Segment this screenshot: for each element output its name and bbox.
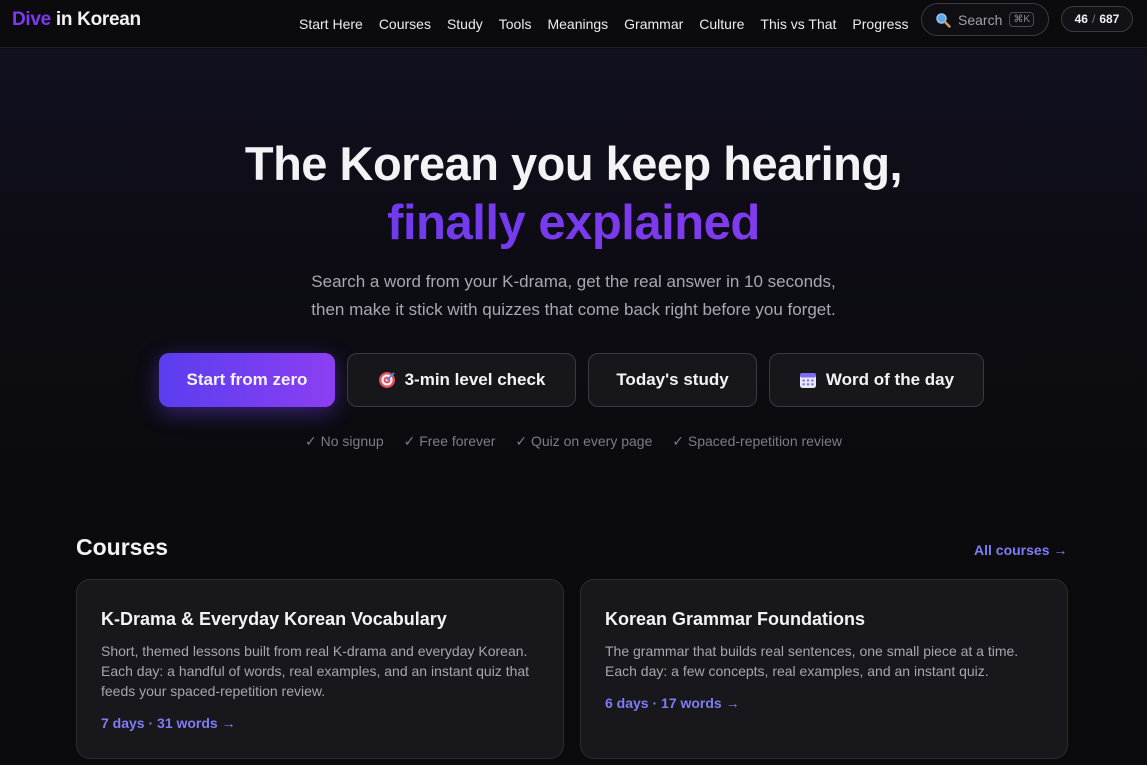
nav-link-start-here[interactable]: Start Here — [299, 16, 363, 32]
course-card-grammar[interactable]: Korean Grammar Foundations The grammar t… — [580, 579, 1068, 759]
course-card-description: Short, themed lessons built from real K-… — [101, 643, 530, 699]
nav-link-tools[interactable]: Tools — [499, 16, 532, 32]
logo-in-korean: in Korean — [50, 9, 141, 30]
hero-headline: The Korean you keep hearing, — [244, 137, 903, 190]
course-card-meta[interactable]: 6 days · 17 words → — [605, 695, 740, 711]
search-label: Search — [958, 11, 1003, 28]
search-shortcut-badge: ⌘K — [1009, 12, 1035, 27]
target-icon — [378, 371, 396, 389]
start-from-zero-label: Start from zero — [186, 370, 308, 389]
nav-link-study[interactable]: Study — [447, 16, 483, 32]
calendar-icon — [799, 371, 817, 389]
todays-study-label: Today's study — [616, 370, 729, 389]
hero-subtitle-line-2: then make it stick with quizzes that com… — [311, 300, 836, 319]
course-card-meta[interactable]: 7 days · 31 words → — [101, 715, 236, 731]
check-quiz-every-page: ✓ Quiz on every page — [515, 433, 653, 449]
course-card-title: K-Drama & Everyday Korean Vocabulary — [101, 609, 447, 629]
hero-headline-accent: finally explained — [0, 195, 1147, 251]
nav-link-courses[interactable]: Courses — [379, 16, 431, 32]
nav-link-progress[interactable]: Progress — [852, 16, 908, 32]
courses-heading: Courses — [76, 534, 169, 560]
check-spaced-repetition: ✓ Spaced-repetition review — [672, 433, 842, 449]
search-button[interactable]: Search ⌘K — [921, 3, 1049, 36]
course-card-description: The grammar that builds real sentences, … — [605, 643, 1019, 679]
nav-link-culture[interactable]: Culture — [699, 16, 744, 32]
word-of-the-day-button[interactable]: Word of the day — [769, 353, 984, 407]
hero-section — [0, 49, 1147, 489]
logo-dive: Dive — [12, 9, 51, 30]
nav-link-grammar[interactable]: Grammar — [624, 16, 683, 32]
top-nav: Dive in Korean Start Here Courses Study … — [0, 0, 1147, 48]
check-no-signup: ✓ No signup — [305, 433, 384, 449]
word-of-the-day-label: Word of the day — [825, 370, 955, 389]
search-icon — [935, 12, 951, 28]
progress-total: 687 — [1099, 12, 1120, 26]
site-logo[interactable]: Dive in Korean — [12, 9, 141, 31]
course-card-vocabulary[interactable]: K-Drama & Everyday Korean Vocabulary Sho… — [76, 579, 564, 759]
course-card-title: Korean Grammar Foundations — [605, 609, 866, 629]
nav-link-this-vs-that[interactable]: This vs That — [760, 16, 836, 32]
nav-link-meanings[interactable]: Meanings — [547, 16, 608, 32]
level-check-button[interactable]: 3-min level check — [347, 353, 576, 407]
progress-done: 46 — [1074, 12, 1088, 26]
hero-subtitle-line-1: Search a word from your K-drama, get the… — [311, 272, 836, 291]
progress-separator: / — [1091, 12, 1096, 26]
feature-checklist: ✓ No signup ✓ Free forever ✓ Quiz on eve… — [0, 433, 1147, 450]
check-free-forever: ✓ Free forever — [403, 433, 496, 449]
progress-counter[interactable]: 46/687 — [1061, 6, 1133, 32]
all-courses-link[interactable]: All courses → — [974, 542, 1067, 558]
nav-links: Start Here Courses Study Tools Meanings … — [299, 0, 924, 48]
level-check-label: 3-min level check — [404, 370, 546, 389]
start-from-zero-button[interactable]: Start from zero — [159, 353, 335, 407]
todays-study-button[interactable]: Today's study — [588, 353, 757, 407]
